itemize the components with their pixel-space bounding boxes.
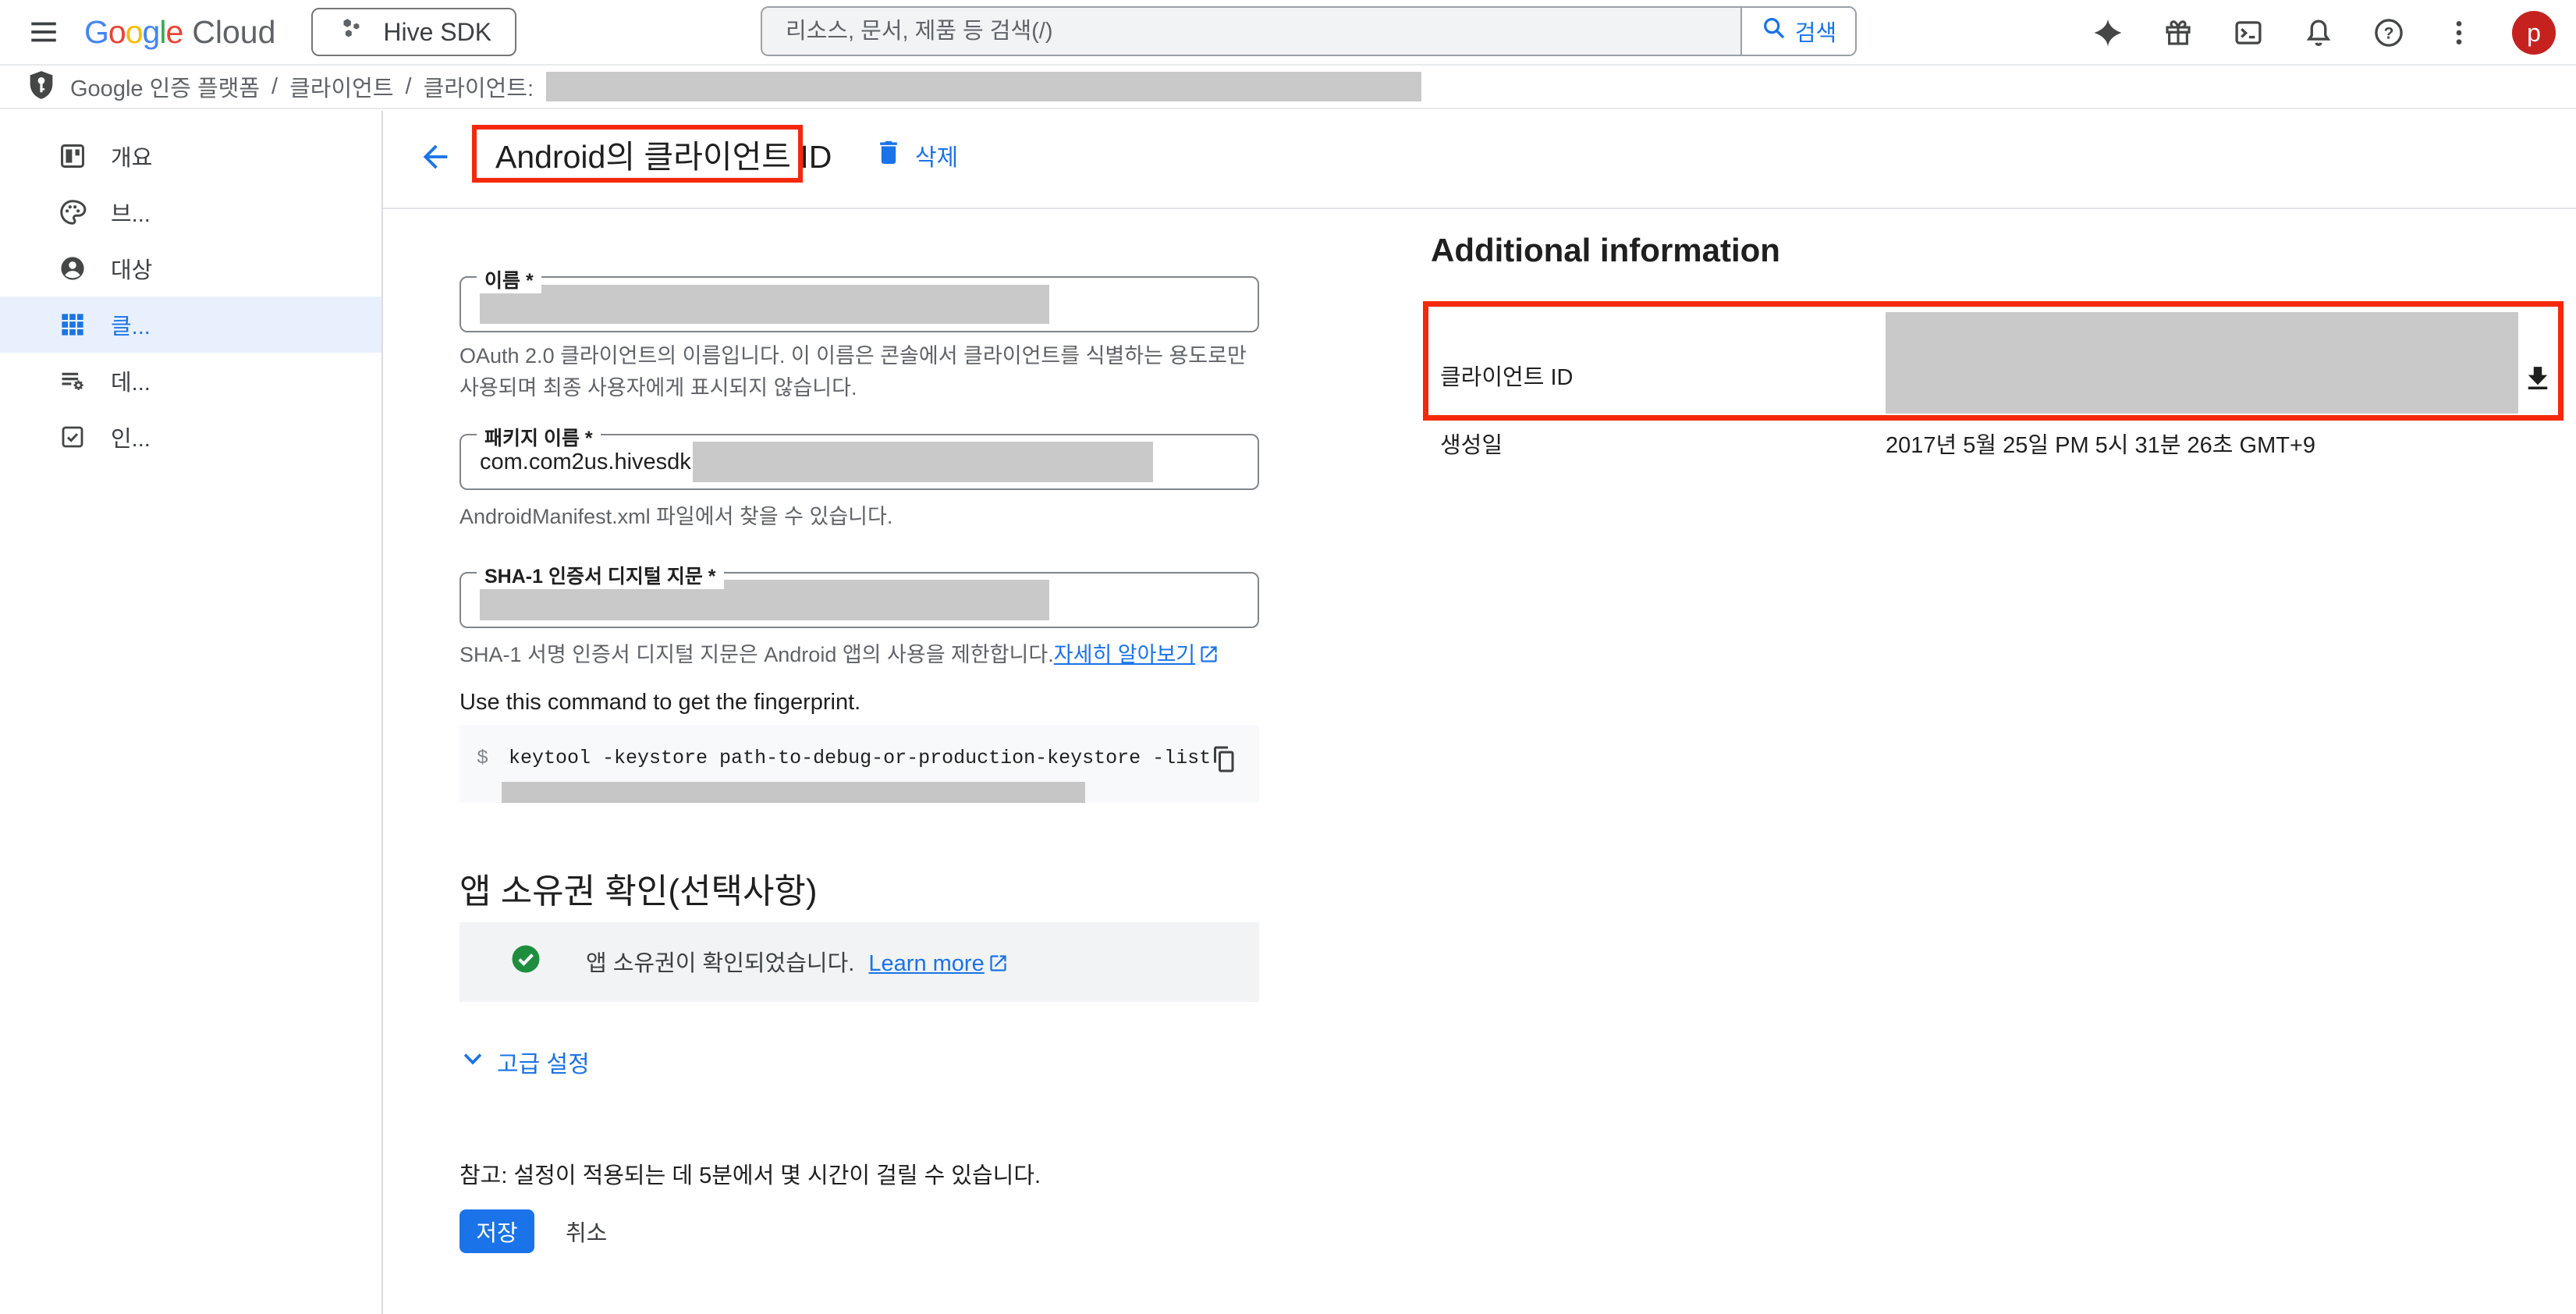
breadcrumb-item-clients[interactable]: 클라이언트 — [289, 70, 393, 103]
list-gear-icon — [58, 366, 87, 396]
person-circle-icon — [58, 254, 87, 283]
copy-icon[interactable] — [1209, 745, 1237, 773]
package-name-field[interactable]: 패키지 이름 * com.com2us.hivesdk — [459, 434, 1259, 490]
sidebar-item-data-access[interactable]: 데... — [0, 353, 381, 409]
delete-button[interactable]: 삭제 — [873, 137, 958, 174]
breadcrumb-item-platform[interactable]: Google 인증 플랫폼 — [70, 70, 260, 103]
dashboard-icon — [58, 141, 87, 171]
project-selector[interactable]: Hive SDK — [311, 8, 516, 56]
created-date-label: 생성일 — [1440, 427, 1503, 460]
hamburger-menu-icon[interactable] — [23, 12, 64, 52]
breadcrumb-separator: / — [406, 74, 412, 100]
name-helper-text: OAuth 2.0 클라이언트의 이름입니다. 이 이름은 콘솔에서 클라이언트… — [459, 340, 1271, 404]
client-id-label: 클라이언트 ID — [1440, 359, 1573, 392]
header-actions: ? p — [2091, 0, 2556, 66]
sidebar-item-verification[interactable]: 인... — [0, 409, 381, 465]
gift-icon[interactable] — [2161, 16, 2195, 50]
settings-note: 참고: 설정이 적용되는 데 5분에서 몇 시간이 걸릴 수 있습니다. — [459, 1157, 1041, 1190]
sidebar-item-audience[interactable]: 대상 — [0, 240, 381, 297]
external-link-icon — [988, 953, 1009, 980]
auth-platform-shield-icon — [25, 69, 58, 105]
package-name-value: com.com2us.hivesdk — [480, 449, 691, 475]
palette-icon — [58, 197, 87, 227]
redacted-client-name — [546, 72, 1421, 101]
redacted-name-value — [480, 285, 1049, 324]
ownership-status-box: 앱 소유권이 확인되었습니다. Learn more — [459, 922, 1259, 1002]
sha1-helper-text: SHA-1 서명 인증서 디지털 지문은 Android 앱의 사용을 제한합니… — [459, 639, 1271, 674]
keytool-command: keytool -keystore path-to-debug-or-produ… — [509, 747, 1211, 769]
notifications-bell-icon[interactable] — [2301, 16, 2336, 50]
main-content: Android의 클라이언트 ID 삭제 이름 * OAuth 2.0 클라이언… — [383, 111, 2576, 1314]
search-icon — [1761, 15, 1787, 48]
sidebar-nav: 개요 브... 대상 클... 데... 인... — [0, 111, 383, 1314]
ownership-heading: 앱 소유권 확인(선택사항) — [459, 863, 818, 913]
external-link-icon — [1198, 642, 1219, 674]
account-avatar[interactable]: p — [2512, 11, 2556, 55]
redacted-command-output — [502, 782, 1085, 803]
sidebar-item-overview[interactable]: 개요 — [0, 128, 381, 184]
command-line: $ keytool -keystore path-to-debug-or-prod… — [477, 747, 1211, 769]
save-button[interactable]: 저장 — [459, 1209, 534, 1253]
svg-text:?: ? — [2384, 25, 2394, 43]
redacted-client-id-value — [1886, 312, 2518, 414]
gemini-sparkle-icon[interactable] — [2091, 16, 2125, 50]
more-vertical-icon[interactable] — [2442, 16, 2476, 50]
created-date-value: 2017년 5월 25일 PM 5시 31분 26초 GMT+9 — [1886, 427, 2315, 460]
checkbox-icon — [58, 422, 87, 452]
search-bar: 검색 — [761, 6, 1857, 56]
sidebar-item-branding[interactable]: 브... — [0, 184, 381, 240]
breadcrumb: Google 인증 플랫폼 / 클라이언트 / 클라이언트: — [70, 70, 534, 103]
shell-prompt: $ — [477, 747, 488, 769]
divider — [383, 208, 2576, 209]
advanced-settings-toggle[interactable]: 고급 설정 — [459, 1045, 590, 1079]
package-helper-text: AndroidManifest.xml 파일에서 찾을 수 있습니다. — [459, 501, 1271, 533]
breadcrumb-bar: Google 인증 플랫폼 / 클라이언트 / 클라이언트: — [0, 66, 2576, 109]
cancel-button[interactable]: 취소 — [566, 1209, 607, 1253]
redacted-package-suffix — [693, 442, 1153, 482]
learn-more-sha1-link[interactable]: 자세히 알아보기 — [1054, 643, 1195, 666]
google-cloud-logo: Google Cloud — [84, 14, 275, 51]
page-title: Android의 클라이언트 ID — [495, 130, 832, 177]
chevron-down-icon — [459, 1046, 486, 1078]
annotation-box-title: Android의 클라이언트 ID — [472, 125, 803, 183]
sidebar-item-clients[interactable]: 클... — [0, 297, 381, 353]
back-arrow-icon[interactable] — [417, 139, 453, 175]
name-field[interactable]: 이름 * — [459, 276, 1259, 332]
project-hexagons-icon — [336, 13, 367, 51]
trash-icon — [873, 137, 904, 174]
cloud-shell-icon[interactable] — [2231, 16, 2266, 50]
help-icon[interactable]: ? — [2372, 16, 2406, 50]
breadcrumb-separator: / — [271, 74, 278, 100]
ownership-status-text: 앱 소유권이 확인되었습니다. Learn more — [586, 945, 1009, 980]
check-circle-icon — [509, 943, 542, 982]
app-bar: Google Cloud Hive SDK 검색 — [0, 0, 2576, 66]
sha1-fingerprint-field[interactable]: SHA-1 인증서 디지털 지문 * — [459, 572, 1259, 628]
search-button[interactable]: 검색 — [1740, 8, 1855, 55]
search-input[interactable] — [762, 8, 1740, 55]
breadcrumb-item-client: 클라이언트: — [424, 70, 534, 103]
additional-info-heading: Additional information — [1431, 232, 1780, 269]
download-icon[interactable] — [2521, 362, 2554, 395]
apps-grid-icon — [58, 310, 87, 339]
project-name: Hive SDK — [383, 18, 491, 47]
fingerprint-hint: Use this command to get the fingerprint. — [459, 690, 860, 716]
command-code-block: $ keytool -keystore path-to-debug-or-prod… — [459, 725, 1259, 803]
learn-more-link[interactable]: Learn more — [868, 951, 984, 976]
